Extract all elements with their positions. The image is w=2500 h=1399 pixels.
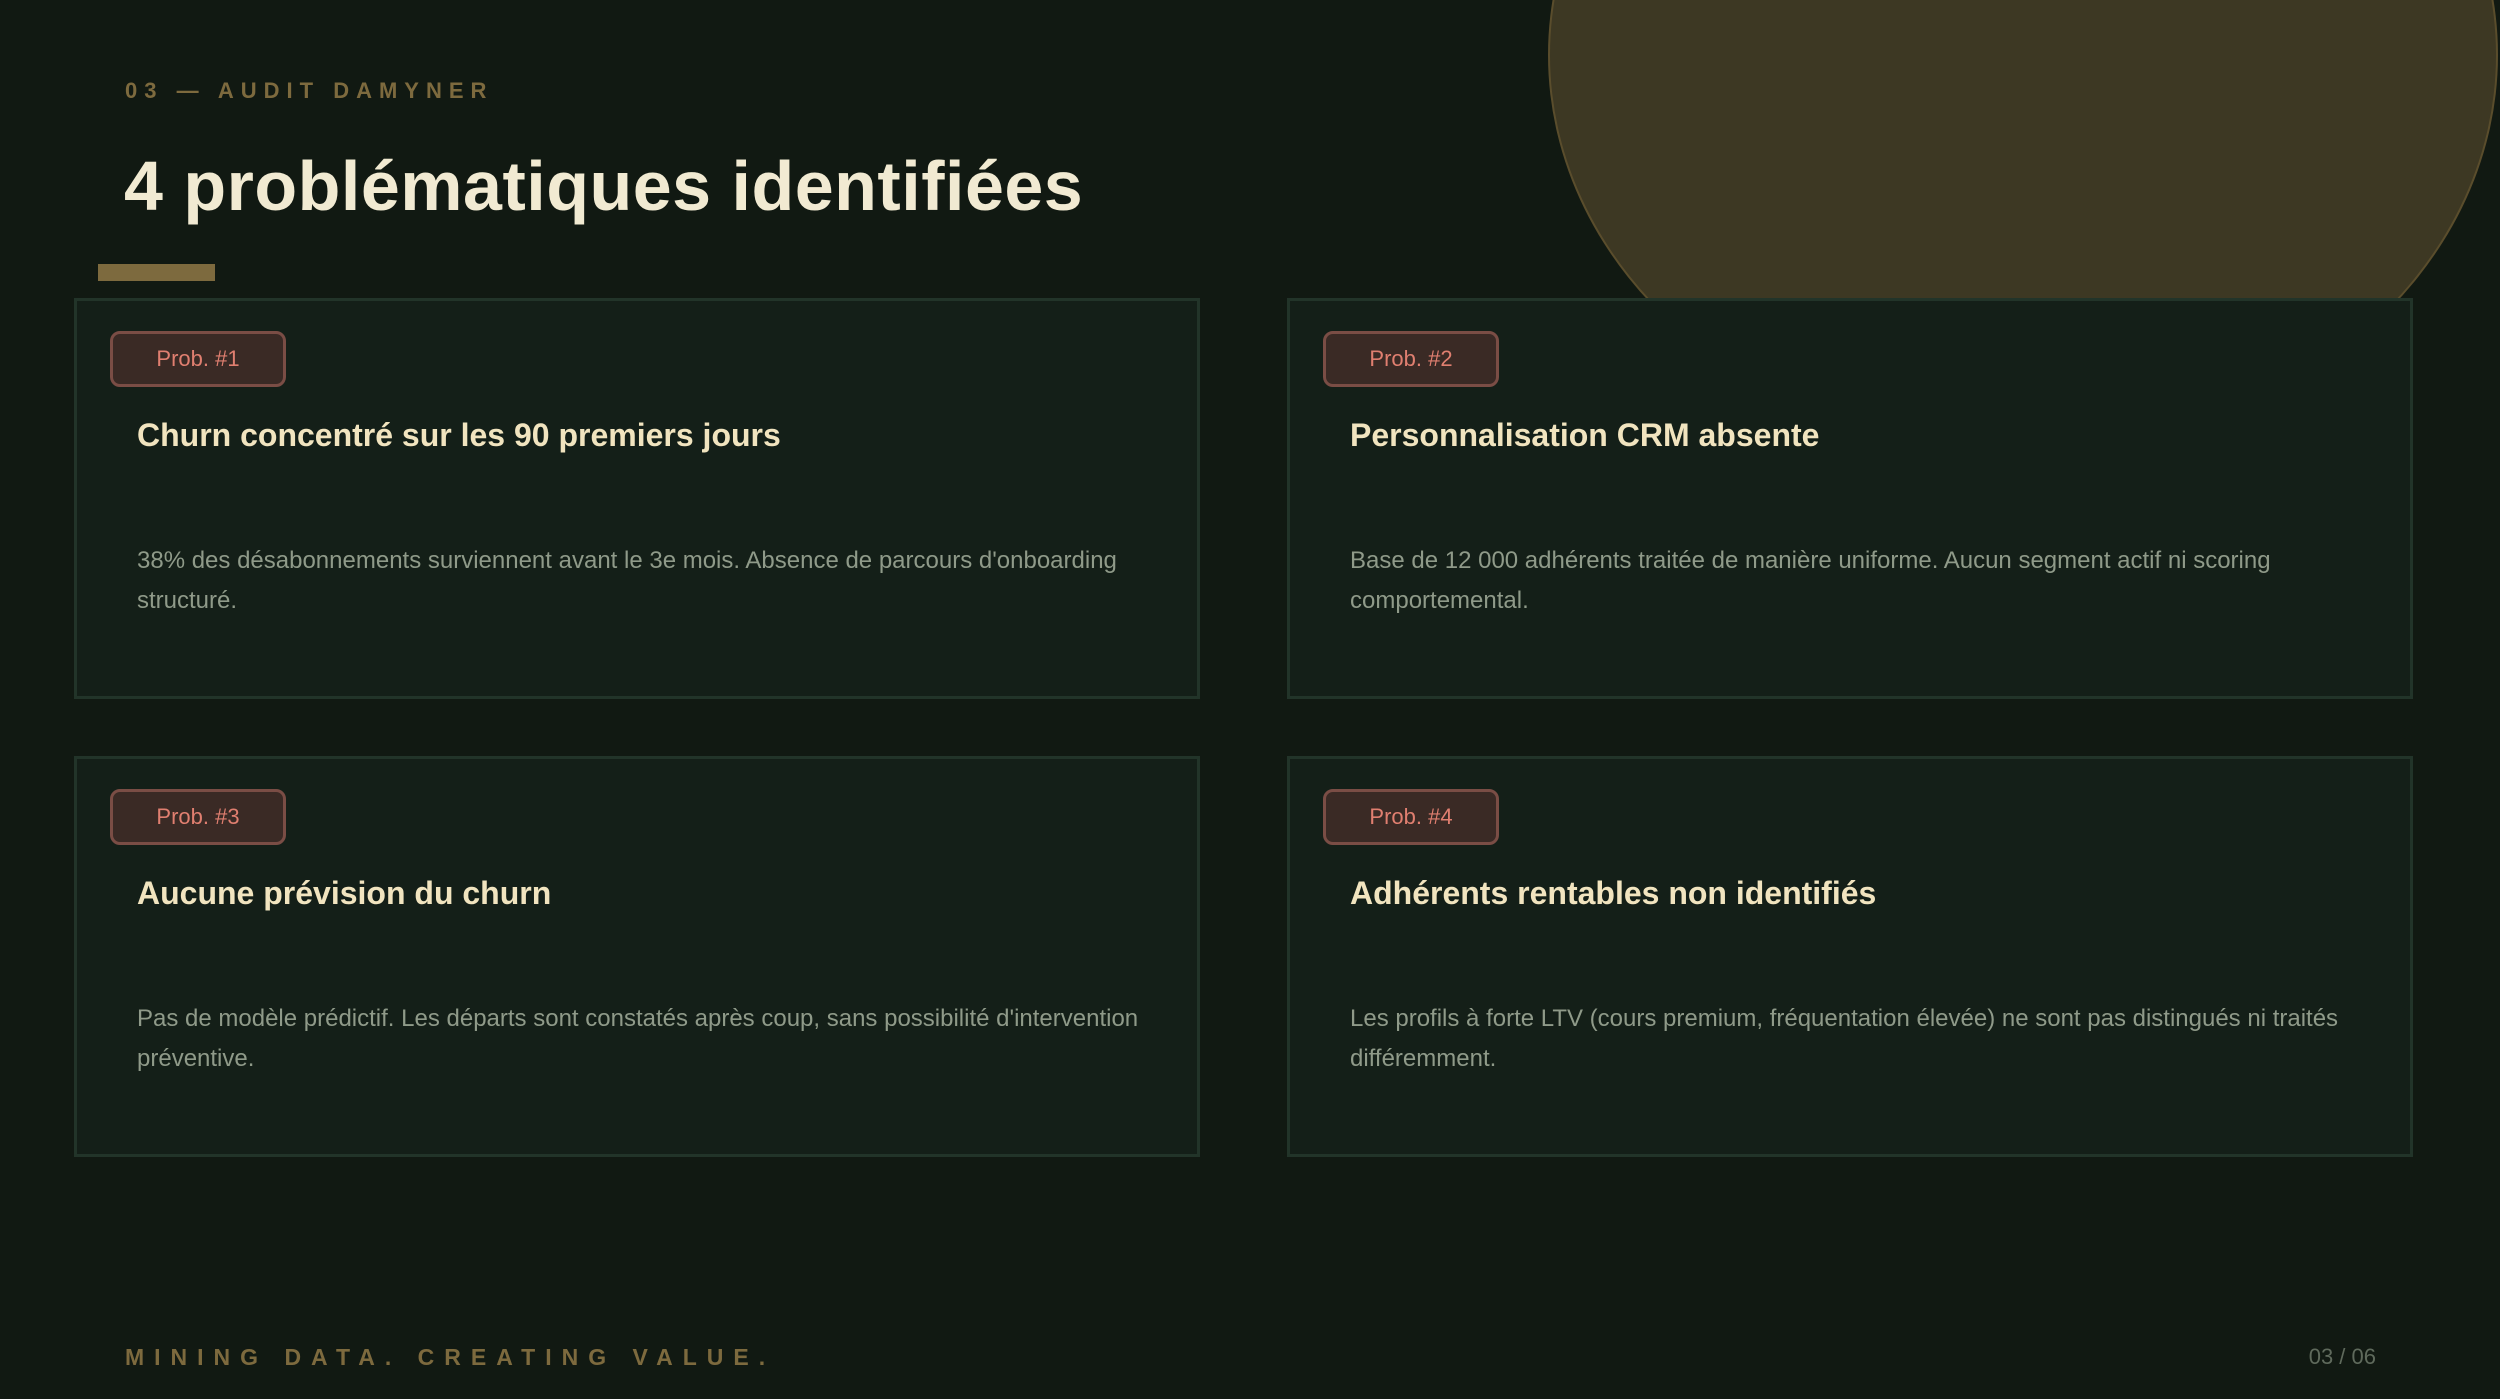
problem-card-4: Prob. #4 Adhérents rentables non identif… bbox=[1287, 756, 2413, 1157]
problem-badge: Prob. #2 bbox=[1323, 331, 1499, 387]
problem-title: Churn concentré sur les 90 premiers jour… bbox=[137, 417, 781, 453]
title-underline bbox=[98, 264, 215, 281]
problem-title: Personnalisation CRM absente bbox=[1350, 417, 1820, 453]
page-number: 03 / 06 bbox=[2308, 1344, 2376, 1369]
problem-description: Pas de modèle prédictif. Les départs son… bbox=[137, 1005, 1139, 1072]
problem-title: Adhérents rentables non identifiés bbox=[1350, 875, 1877, 911]
problem-description: Base de 12 000 adhérents traitée de mani… bbox=[1350, 547, 2271, 614]
problem-card-3: Prob. #3 Aucune prévision du churn Pas d… bbox=[74, 756, 1200, 1157]
section-eyebrow: 03 — AUDIT DAMYNER bbox=[125, 78, 494, 103]
problem-badge: Prob. #4 bbox=[1323, 789, 1499, 845]
footer-tagline: MINING DATA. CREATING VALUE. bbox=[125, 1344, 776, 1370]
problem-card-1: Prob. #1 Churn concentré sur les 90 prem… bbox=[74, 298, 1200, 699]
problem-badge: Prob. #1 bbox=[110, 331, 286, 387]
problem-title: Aucune prévision du churn bbox=[137, 875, 552, 911]
problem-badge: Prob. #3 bbox=[110, 789, 286, 845]
page-title: 4 problématiques identifiées bbox=[124, 147, 1084, 225]
problem-description: Les profils à forte LTV (cours premium, … bbox=[1350, 1005, 2339, 1072]
problem-card-2: Prob. #2 Personnalisation CRM absente Ba… bbox=[1287, 298, 2413, 699]
problem-description: 38% des désabonnements surviennent avant… bbox=[137, 547, 1117, 614]
